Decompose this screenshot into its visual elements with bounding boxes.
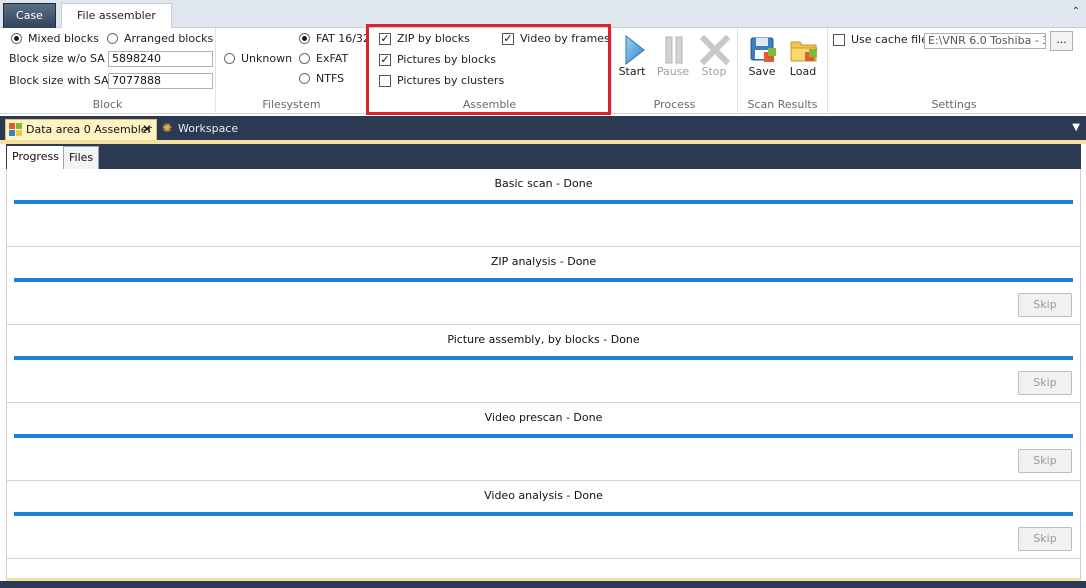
folder-open-icon [790,41,818,62]
fs-fat-label: FAT 16/32 [316,32,370,45]
close-tab-icon[interactable]: ✕ [142,120,152,139]
zip-by-blocks-checkbox[interactable]: ✓ [379,33,391,45]
fs-exfat-radio[interactable] [299,53,310,64]
progress-bar [14,200,1073,204]
progress-fill [14,434,1073,438]
start-label: Start [618,65,646,78]
block-size-wo-sa-input[interactable]: 5898240 [108,51,213,67]
group-label-settings: Settings [931,98,977,111]
group-label-scan-results: Scan Results [747,98,818,111]
video-by-frames-label: Video by frames [520,32,610,45]
step-zip-analysis: ZIP analysis - Done Skip [7,247,1080,325]
skip-button[interactable]: Skip [1018,371,1072,395]
stop-x-icon [700,34,730,66]
step-title: Picture assembly, by blocks - Done [447,333,640,346]
group-settings: Use cache file E:\VNR 6.0 Toshiba - 3\ .… [828,28,1080,114]
progress-fill [14,278,1073,282]
tab-case[interactable]: Case [3,3,56,29]
step-video-analysis: Video analysis - Done Skip [7,481,1080,559]
progress-fill [14,356,1073,360]
ribbon-tab-strip: Case File assembler ⌃ [0,0,1086,29]
start-button[interactable]: Start [612,28,652,88]
fs-unknown-label: Unknown [241,52,293,65]
zip-by-blocks-label: ZIP by blocks [397,32,470,45]
tab-files[interactable]: Files [63,146,100,169]
use-cache-checkbox[interactable] [833,34,845,46]
group-filesystem: Unknown FAT 16/32 ExFAT NTFS Filesystem [216,28,370,114]
load-button[interactable]: Load [783,28,823,88]
progress-fill [14,200,1073,204]
save-disk-icon [750,37,776,62]
tab-workspace-label: Workspace [178,122,239,135]
group-process: Start Pause Stop Process [612,28,738,114]
document-tabs-menu-icon[interactable]: ▼ [1072,122,1080,133]
stop-label: Stop [701,65,727,78]
fs-ntfs-label: NTFS [316,72,345,85]
block-size-wo-sa-label: Block size w/o SA [9,52,105,65]
inner-tab-bar: Progress Files [6,144,1081,169]
workspace-gear-icon: ✺ [162,121,173,135]
step-title: ZIP analysis - Done [490,255,597,268]
play-icon [625,34,645,66]
block-size-with-sa-input[interactable]: 7077888 [108,73,213,89]
pictures-by-blocks-checkbox[interactable]: ✓ [379,54,391,66]
mixed-blocks-label: Mixed blocks [28,32,99,45]
fs-unknown-radio[interactable] [224,53,235,64]
bottom-strip [0,581,1086,588]
step-title: Basic scan - Done [494,177,593,190]
group-label-process: Process [653,98,696,111]
progress-panel: Basic scan - Done ZIP analysis - Done Sk… [6,169,1081,578]
tab-data-area-assembler[interactable]: Data area 0 Assembler ✕ [5,119,157,140]
document-tab-bar: Data area 0 Assembler ✕ ✺ Workspace ▼ [0,116,1086,140]
group-label-block: Block [92,98,123,111]
progress-fill [14,512,1073,516]
save-button[interactable]: Save [742,28,782,88]
group-block: Mixed blocks Arranged blocks Block size … [0,28,216,114]
arranged-blocks-radio[interactable] [107,33,118,44]
progress-bar [14,356,1073,360]
pictures-by-clusters-checkbox[interactable] [379,75,391,87]
pause-icon [665,36,683,64]
tab-workspace[interactable]: ✺ Workspace [160,119,238,140]
fs-ntfs-radio[interactable] [299,73,310,84]
mixed-blocks-radio[interactable] [11,33,22,44]
pause-button[interactable]: Pause [653,28,693,88]
pictures-by-clusters-label: Pictures by clusters [397,74,505,87]
video-by-frames-checkbox[interactable]: ✓ [502,33,514,45]
tab-progress[interactable]: Progress [7,146,64,169]
group-assemble: ✓ ZIP by blocks ✓ Video by frames ✓ Pict… [368,28,612,114]
progress-bar [14,278,1073,282]
step-title: Video analysis - Done [484,489,603,502]
skip-button[interactable]: Skip [1018,527,1072,551]
group-label-assemble: Assemble [462,98,517,111]
stop-button[interactable]: Stop [694,28,734,88]
save-label: Save [748,65,776,78]
step-basic-scan: Basic scan - Done [7,169,1080,247]
fs-exfat-label: ExFAT [316,52,349,65]
collapse-ribbon-chevron-icon[interactable]: ⌃ [1072,6,1080,17]
group-label-filesystem: Filesystem [262,98,321,111]
cache-path-input[interactable]: E:\VNR 6.0 Toshiba - 3\ [924,33,1046,49]
step-video-prescan: Video prescan - Done Skip [7,403,1080,481]
assembler-puzzle-icon [9,123,22,136]
progress-bar [14,512,1073,516]
tab-file-assembler[interactable]: File assembler [61,3,172,29]
use-cache-label: Use cache file [851,33,928,46]
progress-bar [14,434,1073,438]
step-picture-assembly: Picture assembly, by blocks - Done Skip [7,325,1080,403]
pause-label: Pause [656,65,690,78]
fs-fat-radio[interactable] [299,33,310,44]
arranged-blocks-label: Arranged blocks [124,32,214,45]
browse-button[interactable]: ... [1050,31,1073,51]
skip-button[interactable]: Skip [1018,293,1072,317]
group-scan-results: Save Load Scan Results [738,28,828,114]
step-title: Video prescan - Done [484,411,603,424]
block-size-with-sa-label: Block size with SA [9,74,109,87]
tab-data-area-assembler-label: Data area 0 Assembler [26,123,153,136]
load-label: Load [789,65,817,78]
skip-button[interactable]: Skip [1018,449,1072,473]
pictures-by-blocks-label: Pictures by blocks [397,53,496,66]
ribbon: Mixed blocks Arranged blocks Block size … [0,28,1086,114]
